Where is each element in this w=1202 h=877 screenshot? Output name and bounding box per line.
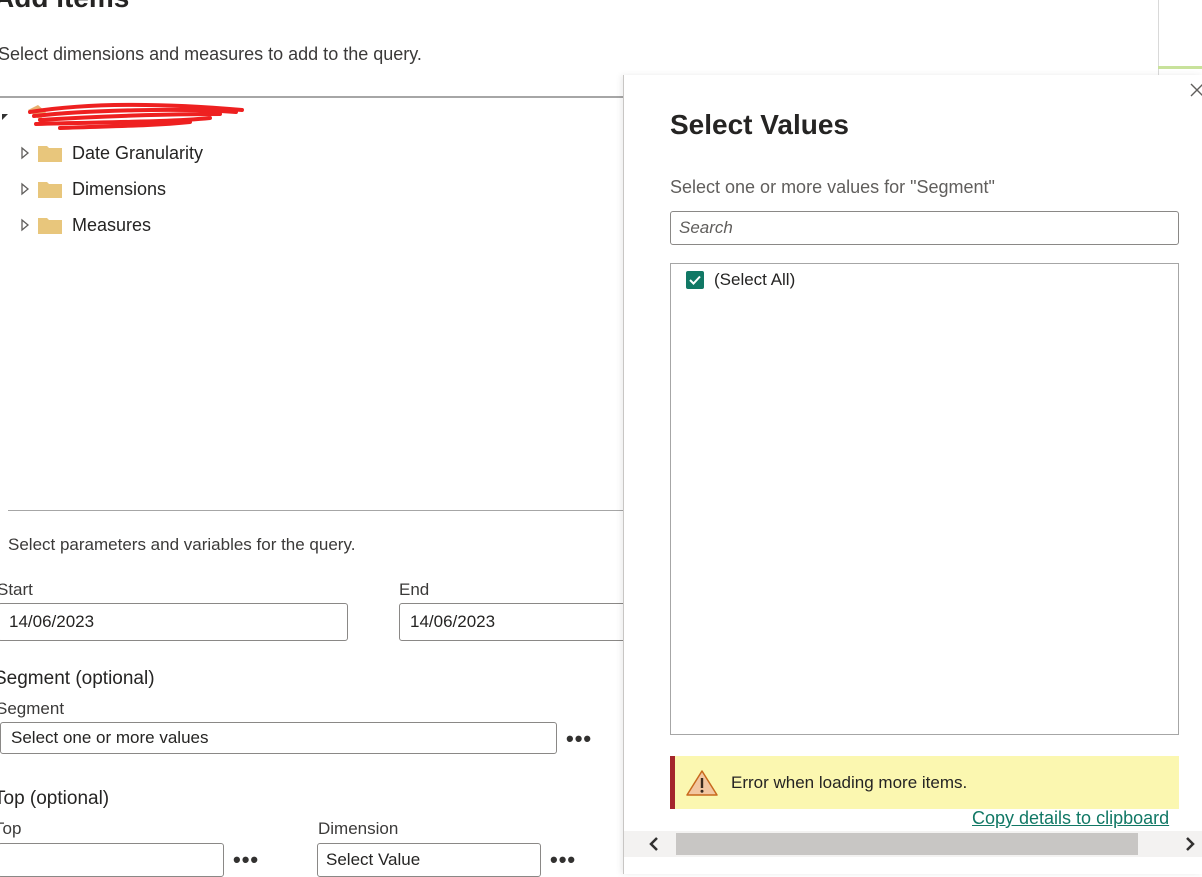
dialog-title: Add items <box>0 0 129 14</box>
segment-more-button[interactable]: ••• <box>566 728 592 750</box>
segment-select[interactable]: Select one or more values <box>0 722 557 754</box>
copy-details-link[interactable]: Copy details to clipboard <box>972 808 1169 829</box>
tree-item-measures[interactable]: Measures <box>18 210 151 240</box>
dimension-select[interactable]: Select Value <box>317 843 541 877</box>
top-input[interactable] <box>0 843 224 877</box>
segment-group-label: Segment (optional) <box>0 668 155 689</box>
scroll-right-icon[interactable] <box>1184 836 1196 852</box>
segment-label: Segment <box>0 699 65 718</box>
top-label: Top <box>0 819 22 838</box>
select-values-flyout: Select Values Select one or more values … <box>623 75 1202 874</box>
tree-item-date-granularity[interactable]: Date Granularity <box>18 138 203 168</box>
tree-item-label: Dimensions <box>72 178 167 199</box>
flyout-title: Select Values <box>670 109 850 140</box>
start-label: Start <box>0 580 33 599</box>
error-text: Error when loading more items. <box>731 772 968 792</box>
divider <box>8 510 623 511</box>
search-placeholder: Search <box>679 218 733 237</box>
dialog-subtitle: Select dimensions and measures to add to… <box>0 44 422 64</box>
dimension-label: Dimension <box>318 819 399 838</box>
top-more-button[interactable]: ••• <box>233 849 259 871</box>
flyout-subtitle: Select one or more values for "Segment" <box>670 177 995 197</box>
folder-icon <box>38 218 62 234</box>
end-label: End <box>399 580 430 599</box>
expand-caret-icon[interactable] <box>18 218 32 232</box>
tree-item-label: Date Granularity <box>72 142 204 163</box>
search-input[interactable]: Search <box>670 211 1179 245</box>
horizontal-scrollbar[interactable] <box>624 831 1202 857</box>
close-icon[interactable] <box>1190 83 1202 97</box>
end-date-input[interactable]: 14/06/2023 <box>399 603 659 641</box>
checkbox-checked-icon[interactable] <box>686 271 704 289</box>
params-subtitle: Select parameters and variables for the … <box>8 535 356 554</box>
warning-icon <box>686 769 718 796</box>
scroll-thumb[interactable] <box>676 833 1138 855</box>
background-accent-strip <box>1158 66 1202 69</box>
values-list[interactable]: (Select All) <box>670 263 1179 735</box>
redacted-root-node[interactable] <box>0 100 250 136</box>
tree-item-dimensions[interactable]: Dimensions <box>18 174 166 204</box>
expand-caret-icon[interactable] <box>18 182 32 196</box>
select-all-option[interactable]: (Select All) <box>686 270 795 290</box>
error-message-bar: Error when loading more items. <box>670 756 1179 809</box>
tree-item-label: Measures <box>72 214 152 235</box>
start-date-input[interactable]: 14/06/2023 <box>0 603 348 641</box>
expand-caret-icon[interactable] <box>18 146 32 160</box>
select-all-label: (Select All) <box>714 270 796 289</box>
folder-icon <box>38 182 62 198</box>
top-group-label: Top (optional) <box>0 788 110 809</box>
folder-icon <box>38 146 62 162</box>
divider <box>0 96 623 98</box>
dimension-more-button[interactable]: ••• <box>550 849 576 871</box>
scroll-left-icon[interactable] <box>648 836 660 852</box>
